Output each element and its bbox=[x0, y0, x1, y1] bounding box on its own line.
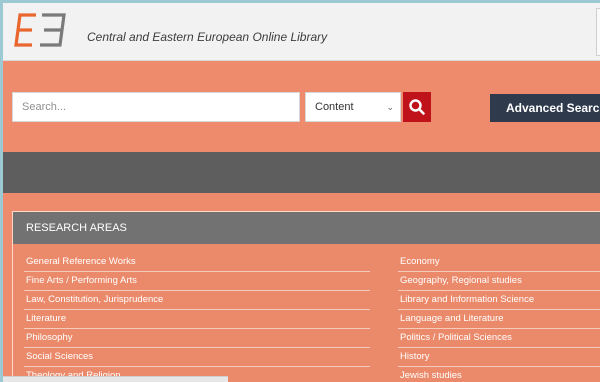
page-frame: Central and Eastern European Online Libr… bbox=[3, 3, 600, 382]
research-areas-panel: RESEARCH AREAS General Reference Works F… bbox=[12, 211, 600, 382]
search-icon bbox=[409, 99, 425, 115]
research-area-link[interactable]: Jewish studies bbox=[398, 367, 600, 382]
search-input[interactable]: Search... bbox=[12, 92, 300, 122]
ceeol-logo[interactable] bbox=[12, 11, 68, 49]
research-area-link[interactable]: Literature bbox=[24, 310, 370, 329]
research-area-link[interactable]: Law, Constitution, Jurisprudence bbox=[24, 291, 370, 310]
browser-status-bar bbox=[3, 376, 228, 382]
search-scope-value: Content bbox=[315, 101, 354, 113]
search-placeholder: Search... bbox=[22, 101, 67, 113]
advanced-search-button[interactable]: Advanced Search bbox=[490, 94, 600, 122]
research-area-link[interactable]: Language and Literature bbox=[398, 310, 600, 329]
research-area-link[interactable]: Geography, Regional studies bbox=[398, 272, 600, 291]
research-areas-left-list: General Reference Works Fine Arts / Perf… bbox=[24, 253, 370, 382]
research-area-link[interactable]: General Reference Works bbox=[24, 253, 370, 272]
research-area-link[interactable]: Philosophy bbox=[24, 329, 370, 348]
research-areas-right-list: Economy Geography, Regional studies Libr… bbox=[398, 253, 600, 382]
header-side-panel bbox=[596, 8, 600, 56]
research-area-link[interactable]: Social Sciences bbox=[24, 348, 370, 367]
research-area-link[interactable]: Economy bbox=[398, 253, 600, 272]
research-area-link[interactable]: Library and Information Science bbox=[398, 291, 600, 310]
research-area-link[interactable]: History bbox=[398, 348, 600, 367]
site-header: Central and Eastern European Online Libr… bbox=[3, 3, 600, 61]
site-title[interactable]: Central and Eastern European Online Libr… bbox=[87, 30, 327, 44]
research-area-link[interactable]: Politics / Political Sciences bbox=[398, 329, 600, 348]
search-button[interactable] bbox=[403, 92, 431, 122]
nav-band bbox=[3, 152, 600, 193]
search-scope-select[interactable]: Content ⌄ bbox=[305, 92, 401, 122]
research-area-link[interactable]: Fine Arts / Performing Arts bbox=[24, 272, 370, 291]
research-areas-heading: RESEARCH AREAS bbox=[13, 212, 600, 244]
chevron-down-icon: ⌄ bbox=[386, 102, 394, 112]
